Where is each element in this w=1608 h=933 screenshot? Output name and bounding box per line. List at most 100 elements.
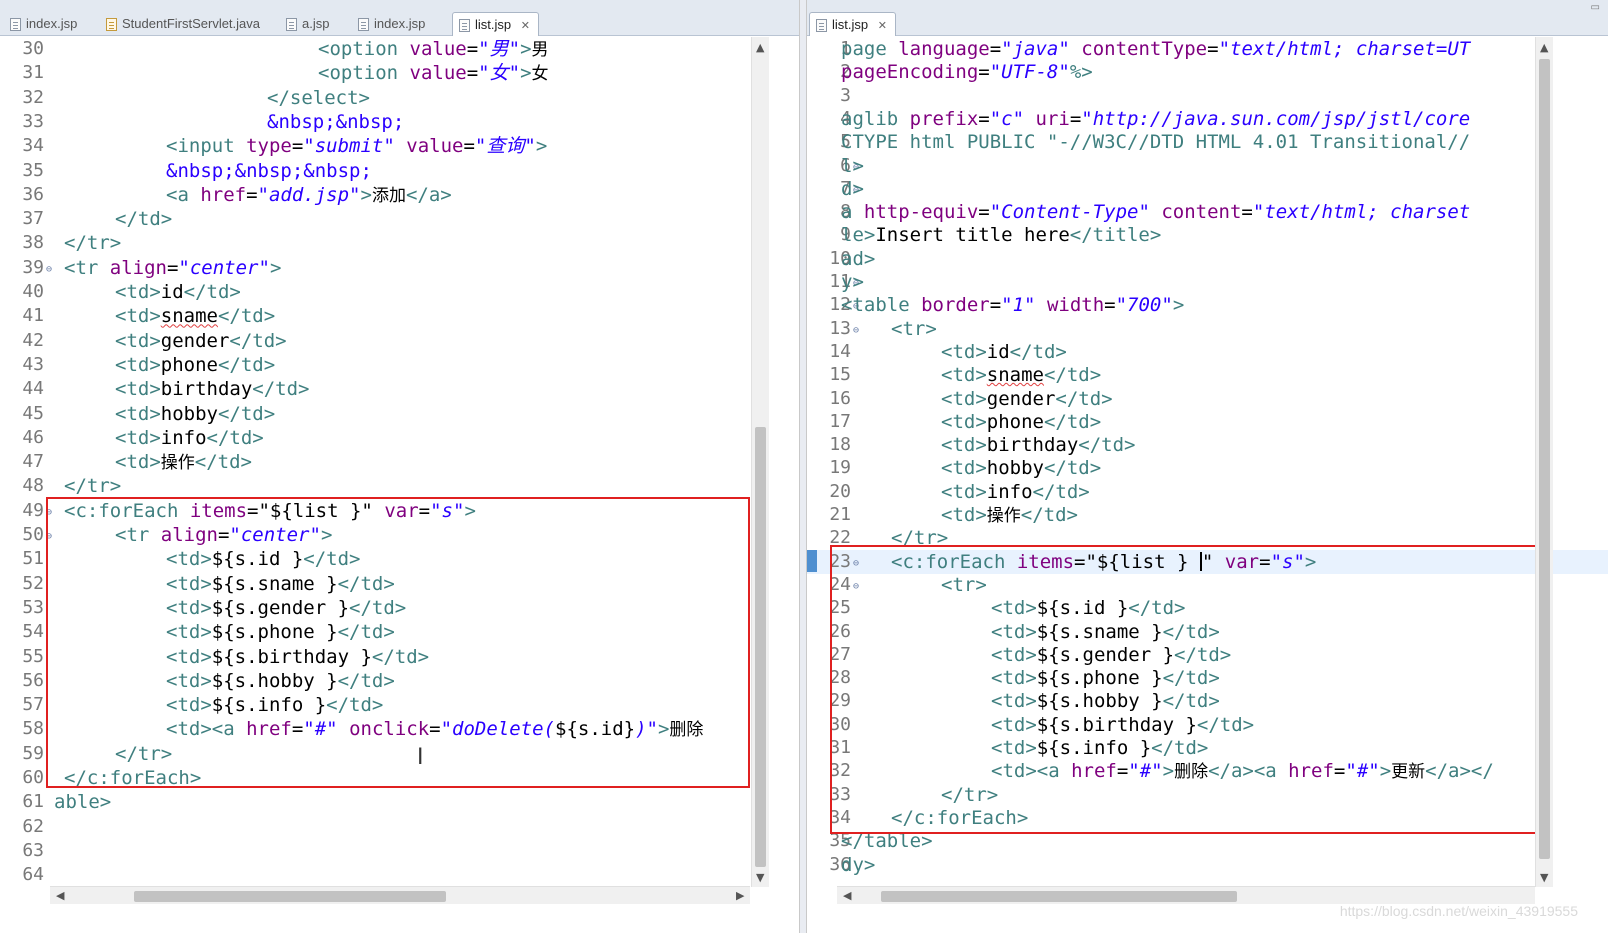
code-line[interactable]: 10 ad>: [807, 247, 1608, 271]
code-line[interactable]: 61 able>: [0, 790, 799, 814]
code-line[interactable]: 32 </select>: [0, 86, 799, 110]
code-text: a http-equiv="Content-Type" content="tex…: [841, 201, 1471, 224]
scroll-down-icon[interactable]: ▼: [1540, 871, 1548, 884]
scroll-left-icon[interactable]: ◀: [843, 889, 851, 902]
code-text: <input type="submit" value="查询">: [166, 135, 548, 158]
code-line[interactable]: 36 <a href="add.jsp">添加</a>: [0, 183, 799, 207]
code-line[interactable]: 38 </tr>: [0, 231, 799, 255]
scroll-up-icon[interactable]: ▲: [756, 41, 764, 54]
left-hscroll-thumb[interactable]: [134, 891, 446, 902]
left-tab-bar: index.jsp StudentFirstServlet.java a.jsp…: [0, 0, 799, 36]
code-line[interactable]: 4 aglib prefix="c" uri="http://java.sun.c…: [807, 107, 1608, 131]
java-file-icon: [106, 18, 117, 31]
text-cursor-icon: I: [417, 745, 424, 770]
code-text: </tr>: [64, 475, 122, 498]
code-line[interactable]: 6 ⊖ l>: [807, 154, 1608, 178]
code-line[interactable]: 48 </tr>: [0, 474, 799, 498]
right-vscroll-thumb[interactable]: [1539, 59, 1550, 859]
jsp-file-icon: [358, 18, 369, 31]
code-line[interactable]: 19 <td>hobby</td>: [807, 456, 1608, 480]
code-line[interactable]: 5 CTYPE html PUBLIC "-//W3C//DTD HTML 4.0…: [807, 130, 1608, 154]
scroll-left-icon[interactable]: ◀: [56, 889, 64, 902]
right-horizontal-scrollbar[interactable]: ◀: [837, 886, 1535, 904]
line-number: 17: [829, 410, 851, 432]
left-horizontal-scrollbar[interactable]: ◀ ▶: [50, 886, 750, 904]
right-editor-pane: list.jsp ✕ ▭ 1 page language="java" conte…: [806, 0, 1608, 933]
code-text: l>: [841, 154, 864, 177]
code-line[interactable]: 42 <td>gender</td>: [0, 329, 799, 353]
code-line[interactable]: 40 <td>id</td>: [0, 280, 799, 304]
code-text: </select>: [267, 86, 370, 109]
line-number: 63: [22, 839, 44, 861]
code-line[interactable]: 64: [0, 863, 799, 887]
scroll-right-icon[interactable]: ▶: [736, 889, 744, 902]
code-line[interactable]: 16 <td>gender</td>: [807, 387, 1608, 411]
code-text: CTYPE html PUBLIC "-//W3C//DTD HTML 4.01…: [841, 131, 1471, 154]
code-line[interactable]: 47 <td>操作</td>: [0, 450, 799, 474]
line-number: 32: [22, 86, 44, 108]
line-number: 46: [22, 426, 44, 448]
jsp-file-icon: [286, 18, 297, 31]
code-line[interactable]: 31 <option value="女">女: [0, 61, 799, 85]
code-line[interactable]: 1 page language="java" contentType="text/…: [807, 37, 1608, 61]
line-number: 51: [22, 548, 44, 570]
code-line[interactable]: 33 &nbsp;&nbsp;: [0, 110, 799, 134]
code-line[interactable]: 7 ⊖ d>: [807, 177, 1608, 201]
line-number: 55: [22, 645, 44, 667]
line-number: 16: [829, 387, 851, 409]
code-line[interactable]: 63: [0, 839, 799, 863]
code-line[interactable]: 62: [0, 815, 799, 839]
code-line[interactable]: 17 <td>phone</td>: [807, 410, 1608, 434]
tab-a-jsp[interactable]: a.jsp: [280, 12, 337, 36]
code-text: d>: [841, 177, 864, 200]
right-vertical-scrollbar[interactable]: ▲ ▼: [1535, 37, 1553, 887]
tab-list-jsp[interactable]: list.jsp ✕: [452, 12, 539, 36]
code-line[interactable]: 11 ⊖ y>: [807, 270, 1608, 294]
code-line[interactable]: 12 ⊖ <table border="1" width="700">: [807, 293, 1608, 317]
tab-index-jsp[interactable]: index.jsp: [4, 12, 85, 36]
scroll-up-icon[interactable]: ▲: [1540, 41, 1548, 54]
code-line[interactable]: 3: [807, 84, 1608, 108]
code-line[interactable]: 20 <td>info</td>: [807, 480, 1608, 504]
code-line[interactable]: 37 </td>: [0, 207, 799, 231]
minimize-icon[interactable]: ▭: [1591, 2, 1600, 13]
code-text: <option value="女">女: [318, 62, 549, 85]
close-icon[interactable]: ✕: [521, 14, 530, 38]
left-vertical-scrollbar[interactable]: ▲ ▼: [751, 37, 769, 887]
code-line[interactable]: 34 <input type="submit" value="查询">: [0, 134, 799, 158]
code-line[interactable]: 9 le>Insert title here</title>: [807, 223, 1608, 247]
code-line[interactable]: 45 <td>hobby</td>: [0, 402, 799, 426]
left-vscroll-thumb[interactable]: [755, 427, 766, 867]
line-number: 53: [22, 596, 44, 618]
code-line[interactable]: 43 <td>phone</td>: [0, 353, 799, 377]
tab-index-jsp-2[interactable]: index.jsp: [352, 12, 433, 36]
line-number: 60: [22, 767, 44, 788]
code-line[interactable]: 36 dy>: [807, 853, 1608, 877]
code-line[interactable]: 2 pageEncoding="UTF-8"%>: [807, 60, 1608, 84]
code-line[interactable]: 18 <td>birthday</td>: [807, 433, 1608, 457]
tab-studentfirstservlet-java[interactable]: StudentFirstServlet.java: [100, 12, 268, 36]
line-number: 3: [840, 84, 851, 106]
close-icon[interactable]: ✕: [878, 14, 887, 38]
line-number: 48: [22, 475, 44, 497]
code-line[interactable]: 44 <td>birthday</td>: [0, 377, 799, 401]
tab-list-jsp-right[interactable]: list.jsp ✕: [809, 12, 896, 36]
code-line[interactable]: 30 <option value="男">男: [0, 37, 799, 61]
code-line[interactable]: 15 <td>sname</td>: [807, 363, 1608, 387]
code-line[interactable]: 39 ⊖ <tr align="center">: [0, 256, 799, 280]
code-text: <td>gender</td>: [115, 329, 287, 352]
code-line[interactable]: 13 ⊖ <tr>: [807, 317, 1608, 341]
code-line[interactable]: 35 &nbsp;&nbsp;&nbsp;: [0, 159, 799, 183]
right-hscroll-thumb[interactable]: [881, 891, 1237, 902]
line-number: 19: [829, 457, 851, 479]
code-line[interactable]: 14 <td>id</td>: [807, 340, 1608, 364]
code-text: <td>info</td>: [941, 480, 1090, 503]
scroll-down-icon[interactable]: ▼: [756, 871, 764, 884]
fold-toggle-icon[interactable]: ⊖: [46, 258, 52, 282]
code-line[interactable]: 8a http-equiv="Content-Type" content="te…: [807, 200, 1608, 224]
code-line[interactable]: 46 <td>info</td>: [0, 426, 799, 450]
code-text: page language="java" contentType="text/h…: [841, 38, 1471, 60]
code-line[interactable]: 41 <td>sname</td>: [0, 304, 799, 328]
code-line[interactable]: 21 <td>操作</td>: [807, 503, 1608, 527]
left-code-editor[interactable]: 30 <option value="男">男 31 <option value="女"…: [0, 37, 799, 933]
